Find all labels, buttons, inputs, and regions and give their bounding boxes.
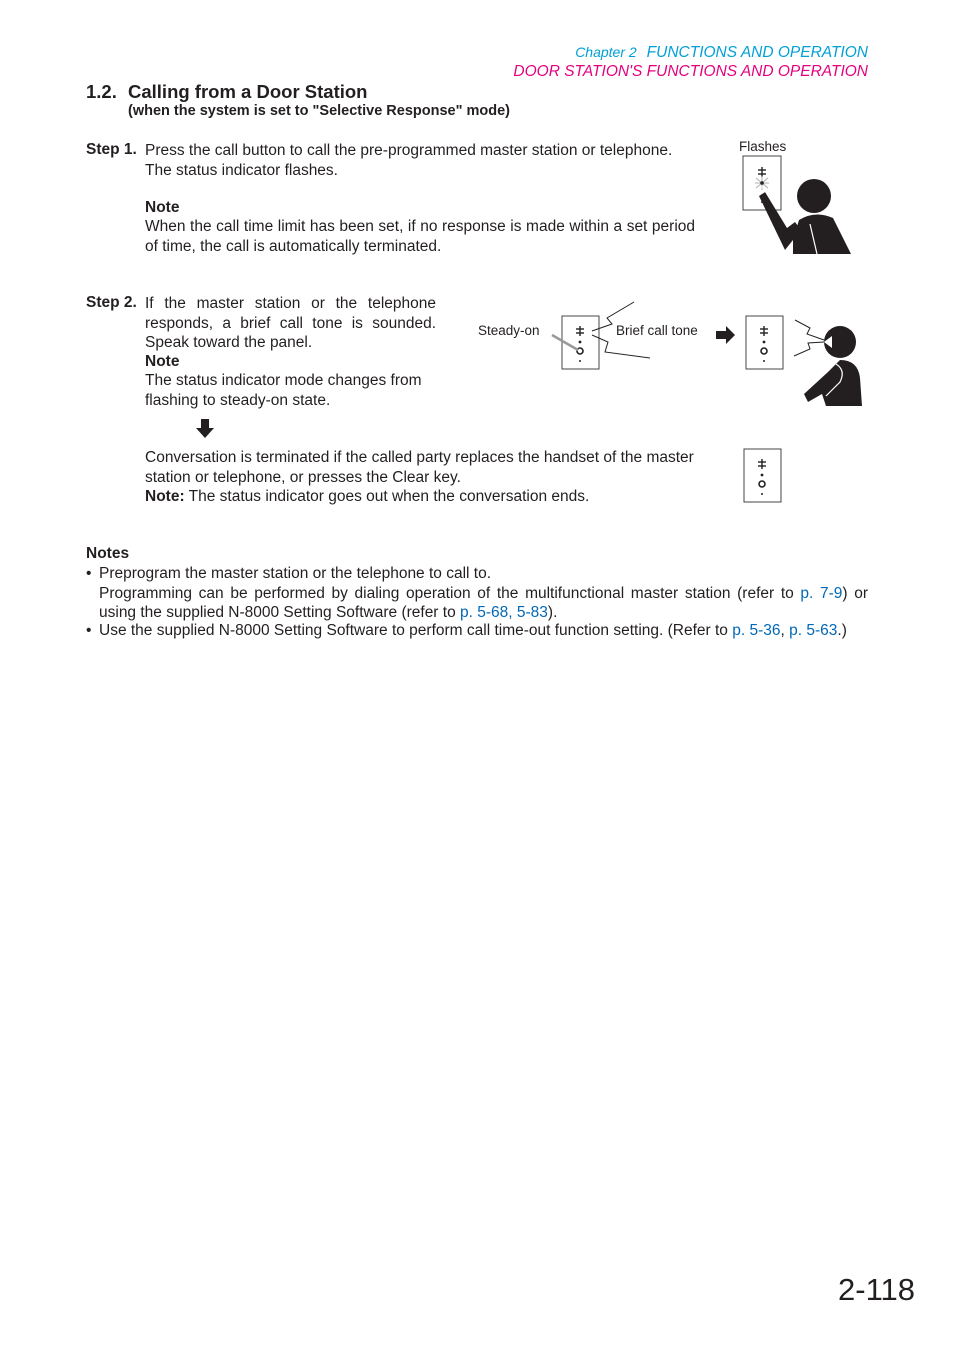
page-title: 1.2. Calling from a Door Station	[86, 81, 367, 103]
figure-label-steady-on: Steady-on	[478, 323, 540, 338]
notes-text: .)	[837, 622, 847, 639]
step2-note-text: The status indicator mode changes from f…	[145, 372, 422, 409]
step1-text: Press the call button to call the pre-pr…	[145, 141, 705, 180]
notes-heading: Notes	[86, 545, 130, 562]
termination-note: Note: The status indicator goes out when…	[145, 487, 589, 507]
step1-line1: Press the call button to call the pre-pr…	[145, 142, 673, 159]
notes-item-1-line1: Preprogram the master station or the tel…	[99, 565, 492, 582]
person-speaking-icon	[804, 326, 862, 406]
door-station-panel-off-icon	[743, 448, 782, 503]
chapter-title: FUNCTIONS AND OPERATION	[646, 44, 868, 61]
notes-text: Use the supplied N-8000 Setting Software…	[99, 622, 733, 639]
section-number: 1.2.	[86, 81, 117, 102]
link-p-5-63[interactable]: p. 5-63	[789, 622, 837, 639]
notes-item-1: • Preprogram the master station or the t…	[86, 564, 868, 623]
termination-text: Conversation is terminated if the called…	[145, 449, 694, 486]
notes-item-2: • Use the supplied N-8000 Setting Softwa…	[86, 621, 868, 641]
sound-wave-icon	[591, 301, 651, 359]
speech-wave-icon	[793, 319, 825, 357]
step1-label: Step 1.	[86, 141, 137, 158]
step2-label: Step 2.	[86, 294, 137, 311]
figure-conversation	[551, 301, 862, 406]
section-header: DOOR STATION'S FUNCTIONS AND OPERATION	[513, 63, 868, 80]
notes-text: ,	[780, 622, 790, 639]
chapter-number: Chapter 2	[575, 44, 637, 60]
page-number: 2-118	[838, 1272, 915, 1307]
step1-note-text: When the call time limit has been set, i…	[145, 218, 695, 255]
page-subtitle: (when the system is set to "Selective Re…	[128, 103, 511, 119]
section-title: Calling from a Door Station	[128, 81, 368, 102]
step2-note-label: Note	[145, 353, 180, 370]
door-station-panel-icon	[745, 315, 784, 370]
notes-text: ).	[547, 604, 558, 621]
right-arrow-icon	[716, 326, 735, 344]
step2-text: If the master station or the telephone r…	[145, 295, 436, 351]
chapter-header: Chapter 2 FUNCTIONS AND OPERATION	[575, 44, 868, 62]
notes-text: Programming can be performed by dialing …	[99, 584, 801, 602]
bullet-icon: •	[86, 565, 92, 582]
step1-note-label: Note	[145, 199, 180, 216]
termination-note-label: Note:	[145, 488, 185, 505]
link-p-5-68-5-83[interactable]: p. 5-68, 5-83	[460, 604, 548, 621]
door-station-panel-steady-icon	[551, 315, 600, 370]
bullet-icon: •	[86, 622, 92, 639]
figure-press-call-button	[742, 155, 851, 255]
termination-note-text: The status indicator goes out when the c…	[188, 488, 590, 505]
down-arrow-icon	[196, 419, 214, 438]
notes-item-1-detail: Programming can be performed by dialing …	[99, 584, 868, 623]
step1-line2: The status indicator flashes.	[145, 161, 338, 179]
link-p-5-36[interactable]: p. 5-36	[732, 622, 780, 639]
link-p-7-9[interactable]: p. 7-9	[800, 585, 842, 602]
